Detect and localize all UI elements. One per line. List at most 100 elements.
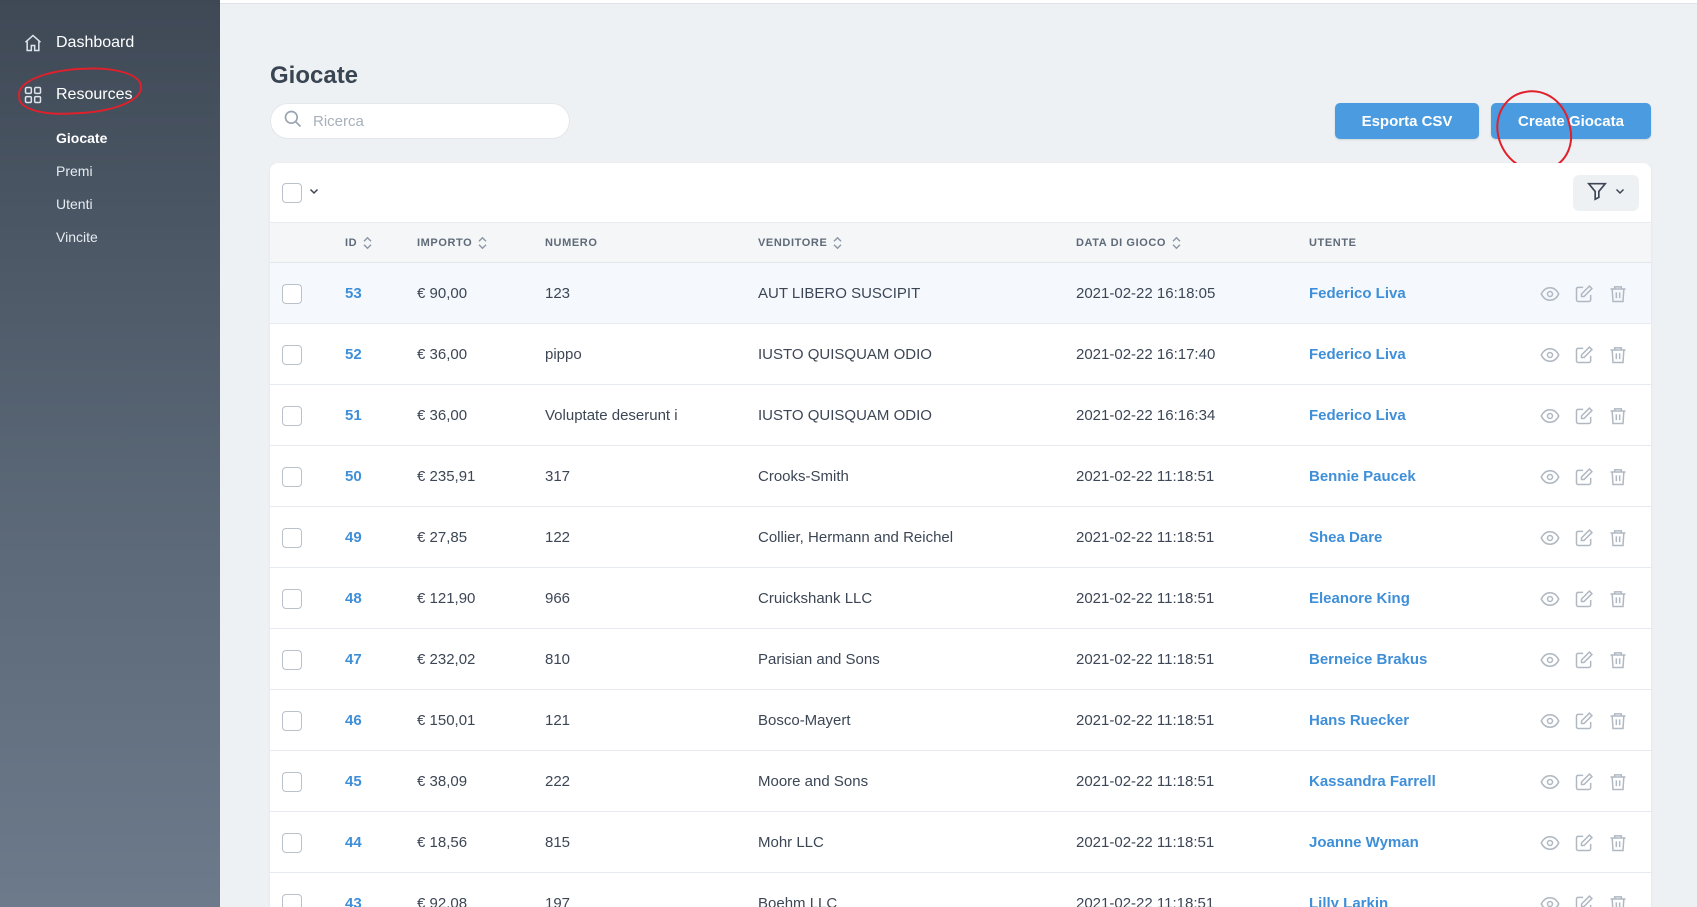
- row-id-link[interactable]: 50: [345, 446, 362, 507]
- table-row: 51 € 36,00 Voluptate deserunt i IUSTO QU…: [270, 385, 1651, 446]
- row-checkbox[interactable]: [282, 649, 302, 670]
- row-venditore: AUT LIBERO SUSCIPIT: [758, 285, 921, 302]
- row-checkbox[interactable]: [282, 832, 302, 853]
- row-id-link[interactable]: 46: [345, 690, 362, 751]
- row-venditore: IUSTO QUISQUAM ODIO: [758, 346, 932, 363]
- edit-icon[interactable]: [1574, 833, 1594, 853]
- filter-button[interactable]: [1573, 175, 1639, 211]
- sidebar-item-premi[interactable]: Premi: [56, 163, 93, 179]
- row-utente-link[interactable]: Federico Liva: [1309, 385, 1406, 446]
- edit-icon[interactable]: [1574, 772, 1594, 792]
- eye-icon[interactable]: [1540, 467, 1560, 487]
- sidebar-item-giocate[interactable]: Giocate: [56, 130, 107, 146]
- row-utente-link[interactable]: Berneice Brakus: [1309, 629, 1427, 690]
- edit-icon[interactable]: [1574, 406, 1594, 426]
- row-utente-link[interactable]: Federico Liva: [1309, 263, 1406, 324]
- column-header-id[interactable]: ID: [345, 223, 372, 263]
- row-utente-link[interactable]: Kassandra Farrell: [1309, 751, 1436, 812]
- row-checkbox[interactable]: [282, 588, 302, 609]
- edit-icon[interactable]: [1574, 284, 1594, 304]
- row-utente-link[interactable]: Joanne Wyman: [1309, 812, 1419, 873]
- trash-icon[interactable]: [1608, 284, 1628, 304]
- row-checkbox[interactable]: [282, 771, 302, 792]
- row-id-link[interactable]: 47: [345, 629, 362, 690]
- trash-icon[interactable]: [1608, 650, 1628, 670]
- eye-icon[interactable]: [1540, 345, 1560, 365]
- eye-icon[interactable]: [1540, 528, 1560, 548]
- eye-icon[interactable]: [1540, 711, 1560, 731]
- eye-icon[interactable]: [1540, 650, 1560, 670]
- row-utente-link[interactable]: Eleanore King: [1309, 568, 1410, 629]
- row-checkbox[interactable]: [282, 283, 302, 304]
- trash-icon[interactable]: [1608, 406, 1628, 426]
- trash-icon[interactable]: [1608, 711, 1628, 731]
- edit-icon[interactable]: [1574, 467, 1594, 487]
- row-id-link[interactable]: 48: [345, 568, 362, 629]
- column-header-venditore-label: VENDITORE: [758, 237, 828, 249]
- row-utente-link[interactable]: Lilly Larkin: [1309, 873, 1388, 907]
- column-header-venditore[interactable]: VENDITORE: [758, 223, 842, 263]
- eye-icon[interactable]: [1540, 406, 1560, 426]
- column-header-data[interactable]: DATA DI GIOCO: [1076, 223, 1181, 263]
- eye-icon[interactable]: [1540, 772, 1560, 792]
- row-utente-link[interactable]: Federico Liva: [1309, 324, 1406, 385]
- row-checkbox[interactable]: [282, 344, 302, 365]
- edit-icon[interactable]: [1574, 711, 1594, 731]
- row-checkbox[interactable]: [282, 466, 302, 487]
- select-all-checkbox[interactable]: [282, 183, 302, 203]
- edit-icon[interactable]: [1574, 528, 1594, 548]
- eye-icon[interactable]: [1540, 589, 1560, 609]
- column-header-id-label: ID: [345, 237, 358, 249]
- nav-dashboard[interactable]: Dashboard: [22, 32, 134, 54]
- trash-icon[interactable]: [1608, 894, 1628, 907]
- row-checkbox[interactable]: [282, 405, 302, 426]
- edit-icon[interactable]: [1574, 589, 1594, 609]
- trash-icon[interactable]: [1608, 589, 1628, 609]
- trash-icon[interactable]: [1608, 467, 1628, 487]
- edit-icon[interactable]: [1574, 894, 1594, 907]
- column-header-importo[interactable]: IMPORTO: [417, 223, 487, 263]
- edit-icon[interactable]: [1574, 650, 1594, 670]
- trash-icon[interactable]: [1608, 772, 1628, 792]
- search-icon: [283, 109, 303, 134]
- export-csv-button[interactable]: Esporta CSV: [1335, 103, 1479, 139]
- sort-icon[interactable]: [478, 236, 487, 250]
- row-checkbox[interactable]: [282, 527, 302, 548]
- row-checkbox[interactable]: [282, 893, 302, 907]
- sort-icon[interactable]: [363, 236, 372, 250]
- search-box[interactable]: [270, 103, 570, 139]
- row-id-link[interactable]: 52: [345, 324, 362, 385]
- sort-icon[interactable]: [833, 236, 842, 250]
- eye-icon[interactable]: [1540, 284, 1560, 304]
- row-utente-link[interactable]: Shea Dare: [1309, 507, 1382, 568]
- row-id-link[interactable]: 44: [345, 812, 362, 873]
- row-id-link[interactable]: 53: [345, 263, 362, 324]
- trash-icon[interactable]: [1608, 528, 1628, 548]
- row-id-link[interactable]: 45: [345, 751, 362, 812]
- row-importo: € 150,01: [417, 712, 476, 729]
- eye-icon[interactable]: [1540, 833, 1560, 853]
- row-checkbox[interactable]: [282, 710, 302, 731]
- row-venditore: Collier, Hermann and Reichel: [758, 529, 954, 546]
- row-data-di-gioco: 2021-02-22 11:18:51: [1076, 468, 1215, 485]
- trash-icon[interactable]: [1608, 345, 1628, 365]
- row-actions: [1540, 507, 1628, 568]
- table-row: 52 € 36,00 pippo IUSTO QUISQUAM ODIO 202…: [270, 324, 1651, 385]
- search-input[interactable]: [313, 112, 553, 130]
- eye-icon[interactable]: [1540, 894, 1560, 907]
- sidebar-item-vincite[interactable]: Vincite: [56, 229, 98, 245]
- select-all-control[interactable]: [282, 183, 320, 203]
- sidebar-item-utenti[interactable]: Utenti: [56, 196, 93, 212]
- trash-icon[interactable]: [1608, 833, 1628, 853]
- sort-icon[interactable]: [1172, 236, 1181, 250]
- annotation-circle-resources: [16, 64, 144, 118]
- edit-icon[interactable]: [1574, 345, 1594, 365]
- page-title: Giocate: [270, 62, 359, 89]
- row-id-link[interactable]: 51: [345, 385, 362, 446]
- row-id-link[interactable]: 49: [345, 507, 362, 568]
- row-importo: € 121,90: [417, 590, 476, 607]
- row-utente-link[interactable]: Hans Ruecker: [1309, 690, 1409, 751]
- row-id-link[interactable]: 43: [345, 873, 362, 907]
- row-utente-link[interactable]: Bennie Paucek: [1309, 446, 1416, 507]
- chevron-down-icon[interactable]: [308, 184, 320, 202]
